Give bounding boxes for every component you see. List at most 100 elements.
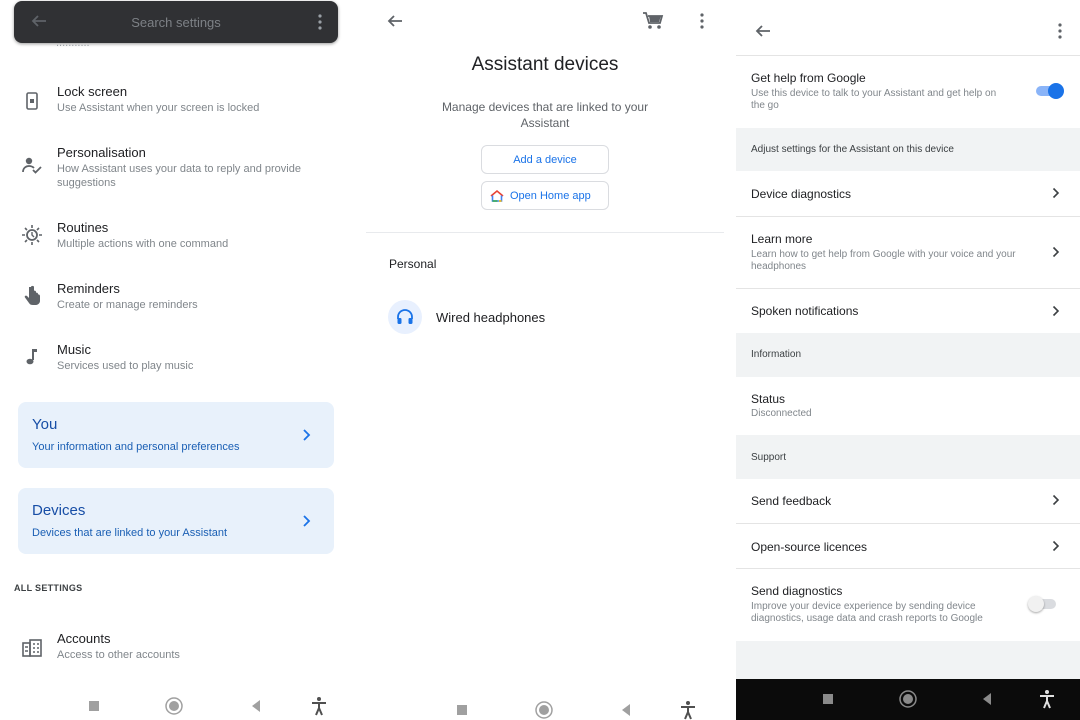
get-help-toggle[interactable] — [1034, 82, 1064, 99]
section-header-personal: Personal — [389, 257, 437, 271]
chevron-right-icon — [1052, 246, 1060, 258]
spoken-notifications-row[interactable]: Spoken notifications — [736, 289, 1080, 333]
chevron-right-icon — [303, 515, 311, 527]
settings-item-title: Routines — [57, 220, 109, 235]
open-source-licences-row[interactable]: Open-source licences — [736, 524, 1080, 568]
accessibility-icon[interactable] — [309, 696, 329, 716]
send-feedback-row[interactable]: Send feedback — [736, 479, 1080, 523]
music-note-icon — [26, 349, 37, 365]
status-row: Status Disconnected — [736, 377, 1080, 435]
assistant-devices-panel: Assistant devices Manage devices that ar… — [366, 0, 724, 720]
all-settings-header: ALL SETTINGS — [14, 583, 83, 593]
settings-item-personalisation[interactable]: Personalisation How Assistant uses your … — [0, 145, 352, 197]
routines-icon — [22, 225, 42, 245]
you-card[interactable]: You Your information and personal prefer… — [18, 402, 334, 468]
settings-item-reminders[interactable]: Reminders Create or manage reminders — [0, 281, 352, 331]
settings-item-subtitle: Use Assistant when your screen is locked — [57, 102, 260, 114]
google-home-icon — [490, 189, 504, 202]
button-label: Add a device — [513, 154, 577, 166]
setting-title: Send feedback — [751, 494, 832, 508]
settings-item-accounts[interactable]: Accounts Access to other accounts — [0, 631, 352, 681]
shopping-cart-icon[interactable] — [642, 11, 664, 31]
chevron-right-icon — [1052, 494, 1060, 506]
card-title: You — [32, 416, 58, 433]
add-device-button[interactable]: Add a device — [481, 145, 609, 174]
section-header-adjust: Adjust settings for the Assistant on thi… — [736, 128, 1080, 171]
more-vert-icon[interactable] — [1058, 22, 1062, 40]
bottom-filler — [736, 641, 1080, 679]
device-name: Wired headphones — [436, 310, 546, 325]
setting-title: Get help from Google — [751, 71, 866, 85]
settings-item-title: Reminders — [57, 281, 120, 296]
section-title: Support — [751, 452, 787, 463]
setting-subtitle: Improve your device experience by sendin… — [751, 601, 983, 624]
back-arrow-icon[interactable] — [754, 22, 772, 40]
accounts-icon — [22, 639, 42, 657]
more-vert-icon[interactable] — [318, 13, 322, 31]
search-bar[interactable]: Search settings — [14, 1, 338, 43]
android-nav-bar — [366, 690, 724, 720]
headphones-icon — [397, 309, 413, 324]
settings-item-title: Music — [57, 342, 91, 357]
device-diagnostics-row[interactable]: Device diagnostics — [736, 171, 1080, 216]
home-circle-icon[interactable] — [534, 700, 554, 720]
toggle-thumb — [1028, 596, 1044, 612]
setting-title: Device diagnostics — [751, 187, 852, 201]
settings-item-title: Personalisation — [57, 145, 146, 160]
settings-item-subtitle: Services used to play music — [57, 360, 194, 372]
home-circle-icon[interactable] — [164, 696, 184, 716]
clipped-row-text: ........... — [56, 44, 146, 50]
search-input[interactable]: Search settings — [14, 15, 338, 30]
device-avatar — [388, 300, 422, 334]
section-header-support: Support — [736, 435, 1080, 479]
setting-title: Status — [751, 392, 786, 406]
accessibility-icon[interactable] — [678, 700, 698, 720]
back-triangle-icon[interactable] — [616, 700, 636, 720]
chevron-right-icon — [303, 429, 311, 441]
home-circle-icon[interactable] — [898, 689, 918, 709]
recents-square-icon[interactable] — [818, 689, 838, 709]
page-description: Manage devices that are linked to your A… — [441, 100, 649, 130]
card-title: Devices — [32, 502, 86, 519]
button-label: Open Home app — [510, 190, 591, 202]
chevron-right-icon — [1052, 305, 1060, 317]
setting-subtitle: Use this device to talk to your Assistan… — [751, 88, 997, 111]
recents-square-icon[interactable] — [452, 700, 472, 720]
more-vert-icon[interactable] — [700, 12, 704, 30]
get-help-setting-row[interactable]: Get help from Google Use this device to … — [736, 56, 1080, 128]
accessibility-icon[interactable] — [1037, 689, 1057, 709]
settings-item-music[interactable]: Music Services used to play music — [0, 342, 352, 392]
card-subtitle: Devices that are linked to your Assistan… — [32, 527, 228, 539]
android-nav-bar — [736, 679, 1080, 720]
settings-item-title: Accounts — [57, 631, 111, 646]
settings-item-subtitle: How Assistant uses your data to reply an… — [57, 163, 301, 189]
assistant-settings-panel: Search settings ........... Lock screen … — [0, 0, 352, 720]
setting-title: Send diagnostics — [751, 584, 843, 598]
learn-more-row[interactable]: Learn more Learn how to get help from Go… — [736, 217, 1080, 288]
section-title: Adjust settings for the Assistant on thi… — [751, 144, 954, 155]
setting-title: Learn more — [751, 232, 813, 246]
device-item-wired-headphones[interactable]: Wired headphones — [366, 298, 724, 338]
open-home-app-button[interactable]: Open Home app — [481, 181, 609, 210]
section-title: Information — [751, 349, 802, 360]
toggle-thumb — [1048, 83, 1064, 99]
back-triangle-icon[interactable] — [246, 696, 266, 716]
section-header-information: Information — [736, 333, 1080, 377]
divider — [366, 232, 724, 233]
settings-item-routines[interactable]: Routines Multiple actions with one comma… — [0, 220, 352, 270]
devices-card[interactable]: Devices Devices that are linked to your … — [18, 488, 334, 554]
back-triangle-icon[interactable] — [977, 689, 997, 709]
setting-title: Spoken notifications — [751, 304, 859, 318]
headphones-settings-panel: Get help from Google Use this device to … — [736, 0, 1080, 720]
recents-square-icon[interactable] — [84, 696, 104, 716]
page-title: Assistant devices — [471, 54, 619, 75]
card-subtitle: Your information and personal preference… — [32, 441, 240, 453]
chevron-right-icon — [1052, 540, 1060, 552]
settings-item-subtitle: Access to other accounts — [57, 649, 180, 661]
setting-subtitle: Learn how to get help from Google with y… — [751, 249, 1016, 272]
send-diagnostics-row[interactable]: Send diagnostics Improve your device exp… — [736, 569, 1080, 641]
send-diagnostics-toggle[interactable] — [1028, 595, 1058, 612]
settings-item-lock-screen[interactable]: Lock screen Use Assistant when your scre… — [0, 84, 352, 134]
back-arrow-icon[interactable] — [386, 12, 404, 30]
android-nav-bar — [0, 686, 352, 720]
